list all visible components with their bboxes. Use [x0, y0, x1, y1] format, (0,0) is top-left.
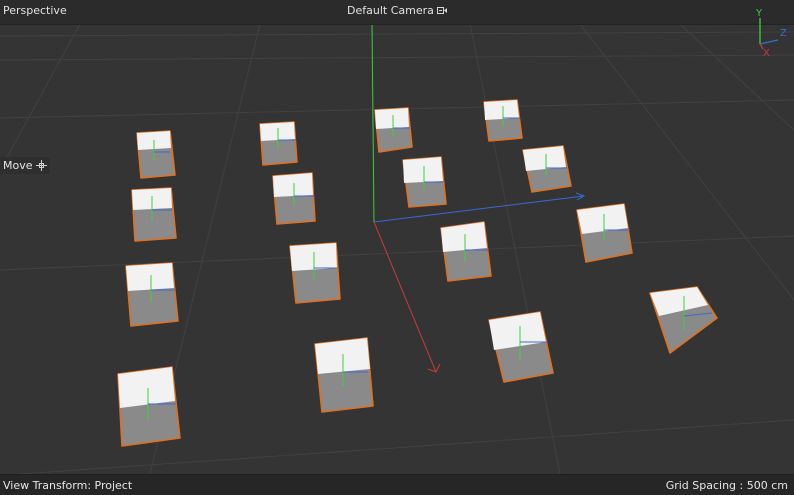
cube-object — [117, 366, 181, 447]
active-tool-indicator: Move — [0, 157, 50, 174]
cube-object — [289, 242, 341, 304]
tool-label: Move — [3, 159, 33, 172]
axis-orientation-gizmo: Y Z X — [755, 8, 787, 56]
grid-spacing-label: Grid Spacing : 500 cm — [665, 479, 788, 492]
cube-object — [314, 337, 374, 413]
world-axis-z — [373, 195, 585, 223]
cube-object — [483, 99, 523, 142]
world-axis-x — [373, 221, 437, 373]
cube-object — [259, 121, 298, 166]
cube-object — [136, 130, 176, 179]
camera-link-icon[interactable] — [436, 6, 447, 16]
cube-object — [374, 107, 413, 153]
cube-object — [402, 156, 447, 208]
3d-viewport[interactable]: Perspective Default Camera Y Z X Move Vi… — [0, 0, 794, 495]
viewport-header: Perspective Default Camera — [0, 0, 794, 25]
cube-objects — [117, 99, 718, 447]
camera-label: Default Camera — [347, 4, 434, 17]
gizmo-y-label: Y — [755, 8, 763, 19]
view-mode-menu[interactable]: Perspective — [3, 4, 67, 17]
cube-object — [440, 221, 492, 282]
cube-object — [649, 286, 718, 354]
gizmo-z-label: Z — [780, 28, 787, 39]
world-axis-y — [371, 25, 375, 223]
cube-object — [576, 203, 633, 263]
viewport-status-bar: View Transform: Project Grid Spacing : 5… — [0, 474, 794, 495]
cube-object — [522, 145, 572, 193]
camera-menu[interactable]: Default Camera — [347, 4, 447, 17]
cube-object — [131, 187, 177, 242]
viewport-canvas[interactable] — [0, 25, 794, 474]
cube-object — [488, 311, 554, 383]
cube-object — [272, 172, 316, 225]
view-transform-label: View Transform: Project — [3, 479, 133, 492]
cube-object — [125, 262, 179, 327]
gizmo-x-label: X — [763, 48, 770, 56]
move-crosshair-icon — [35, 160, 47, 171]
